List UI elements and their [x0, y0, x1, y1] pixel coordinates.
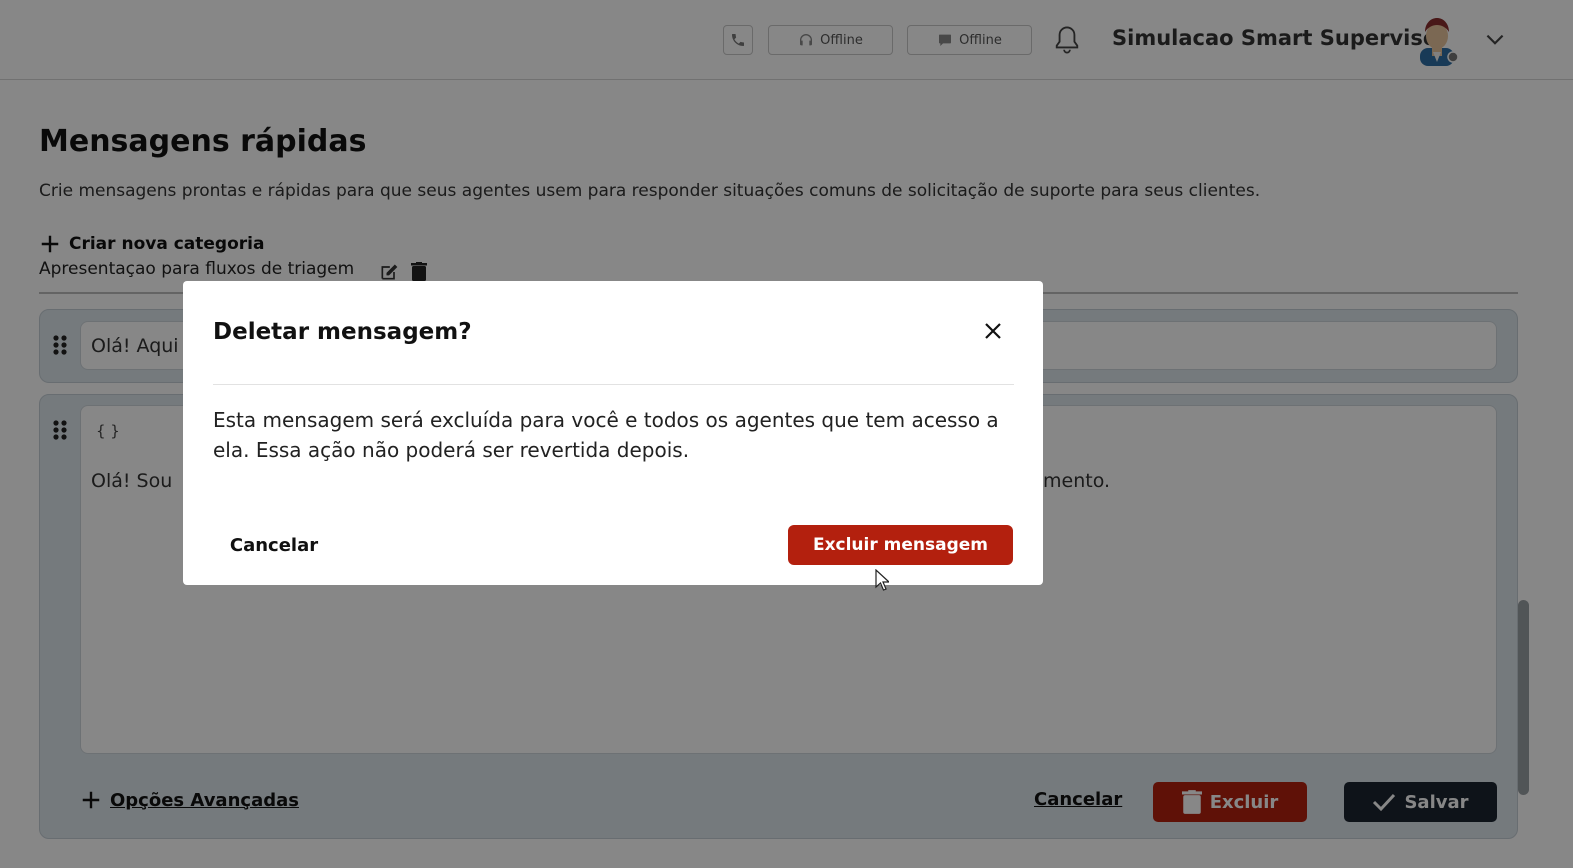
close-icon[interactable] [981, 319, 1005, 343]
dialog-message: Esta mensagem será excluída para você e … [213, 408, 999, 462]
dialog-cancel-button[interactable]: Cancelar [213, 525, 335, 565]
confirm-delete-button[interactable]: Excluir mensagem [788, 525, 1013, 565]
delete-message-dialog: Deletar mensagem? Esta mensagem será exc… [183, 281, 1043, 585]
dialog-divider [213, 384, 1014, 385]
dialog-title: Deletar mensagem? [213, 319, 472, 345]
mouse-cursor-icon [875, 569, 889, 591]
